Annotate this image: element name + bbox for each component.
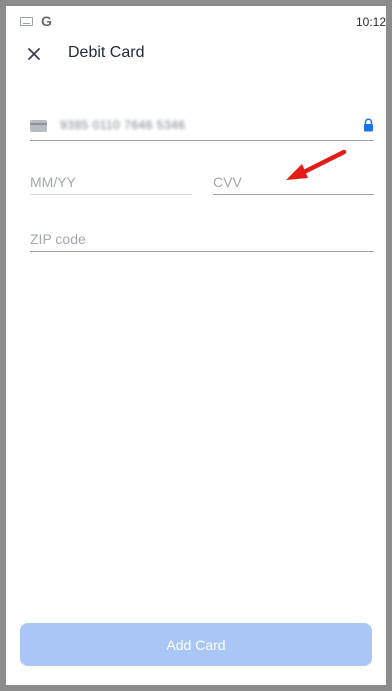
lock-icon xyxy=(364,118,373,132)
expiry-input[interactable] xyxy=(30,174,192,190)
credit-card-icon xyxy=(30,120,47,132)
add-card-button[interactable]: Add Card xyxy=(20,623,372,666)
header: Debit Card xyxy=(12,32,392,76)
cvv-input[interactable] xyxy=(213,174,374,190)
keyboard-icon xyxy=(20,16,33,26)
card-number-field[interactable]: 9385 0110 7646 5346 xyxy=(30,110,374,141)
close-icon xyxy=(28,48,40,60)
status-bar: G 10:12 xyxy=(12,12,392,32)
close-button[interactable] xyxy=(22,42,46,66)
cvv-field[interactable] xyxy=(213,164,374,195)
status-time: 10:12 xyxy=(355,15,386,29)
zip-input[interactable] xyxy=(30,231,374,247)
screen-frame: G 10:12 Debit Card 9385 0110 7646 5346 xyxy=(0,0,392,691)
card-number-value: 9385 0110 7646 5346 xyxy=(60,118,186,132)
status-icons: G xyxy=(20,14,52,28)
expiry-field[interactable] xyxy=(30,164,192,195)
page-title: Debit Card xyxy=(68,44,145,61)
zip-field[interactable] xyxy=(30,221,374,252)
google-icon: G xyxy=(41,13,52,29)
